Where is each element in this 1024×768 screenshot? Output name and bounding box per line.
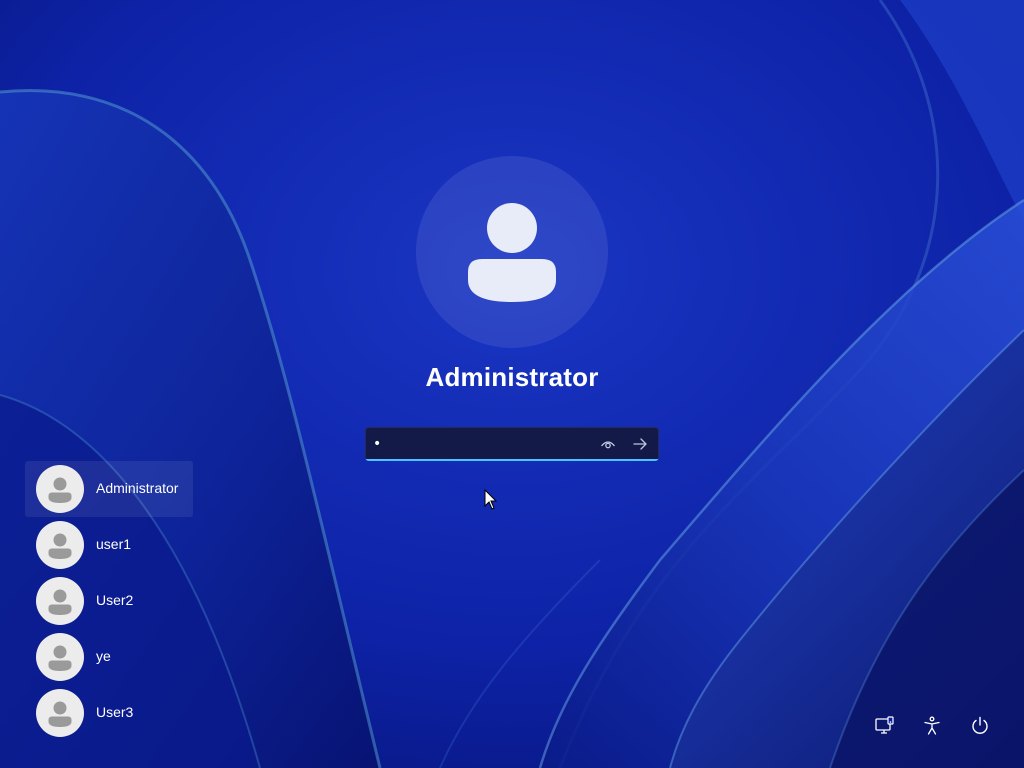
user-list-name: user1: [96, 536, 132, 552]
password-focus-underline: [365, 459, 659, 461]
user-list-item-ye[interactable]: ye: [25, 629, 193, 685]
user-list-item-administrator[interactable]: Administrator: [25, 461, 193, 517]
user-avatar-large: [416, 156, 608, 348]
user-list-item-user2[interactable]: User2: [25, 573, 193, 629]
user-avatar-icon: [48, 533, 72, 559]
power-icon[interactable]: [968, 714, 992, 738]
user-list-item-user3[interactable]: User3: [25, 685, 193, 741]
accessibility-icon[interactable]: [920, 714, 944, 738]
password-box: [365, 427, 659, 461]
user-list-item-user1[interactable]: user1: [25, 517, 193, 573]
password-input[interactable]: [373, 431, 583, 457]
mouse-cursor-icon: [484, 489, 498, 510]
user-avatar: [36, 465, 84, 513]
user-avatar: [36, 633, 84, 681]
user-list-name: User3: [96, 704, 134, 720]
selected-username: Administrator: [425, 362, 599, 392]
user-avatar: [36, 577, 84, 625]
user-list-name: User2: [96, 592, 134, 608]
user-avatar: [36, 689, 84, 737]
user-list-name: ye: [96, 648, 111, 664]
network-icon[interactable]: [872, 714, 896, 738]
user-avatar-icon: [48, 477, 72, 503]
login-screen: Administrator Administrator: [0, 0, 1024, 768]
user-avatar-icon: [48, 701, 72, 727]
user-list: Administrator user1 User2 ye User3: [25, 461, 193, 741]
user-list-name: Administrator: [96, 480, 179, 496]
user-avatar-icon: [48, 589, 72, 615]
user-avatar-icon: [468, 203, 556, 302]
eye-icon[interactable]: [598, 434, 618, 454]
user-avatar-icon: [48, 645, 72, 671]
arrow-right-icon[interactable]: [630, 434, 650, 454]
user-avatar: [36, 521, 84, 569]
